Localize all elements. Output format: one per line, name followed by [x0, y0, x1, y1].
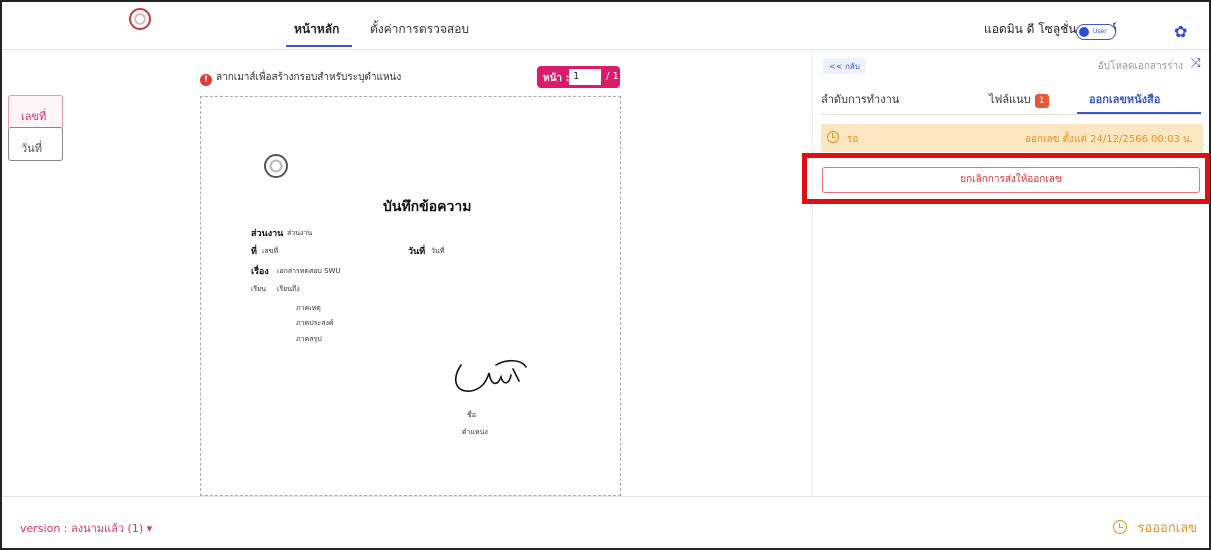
- status-detail: ออกเลข ตั้งแต่ 24/12/2566 00:03 น.: [1025, 134, 1193, 145]
- tab-attachments-label: ไฟล์แนบ: [989, 93, 1031, 106]
- signature-image: [455, 359, 527, 392]
- footer-status-text: รอออกเลข: [1137, 521, 1197, 536]
- clock-icon: [1113, 520, 1128, 534]
- toggle-knob: [1079, 27, 1089, 37]
- pager-label: หน้า :: [543, 73, 570, 84]
- paragraph-purpose: ภาคประสงค์: [296, 319, 334, 327]
- memo-title: บันทึกข้อความ: [383, 199, 472, 215]
- date-label: วันที่: [408, 247, 426, 257]
- no-value: เลขที่: [262, 247, 279, 255]
- page-input[interactable]: 1: [569, 69, 601, 85]
- date-value: วันที่: [431, 247, 445, 255]
- page-total: / 1: [606, 71, 619, 82]
- document-preview[interactable]: บันทึกข้อความ ส่วนงาน ส่วนงาน ที่ เลขที่…: [200, 96, 621, 496]
- tab-workflow[interactable]: ลำดับการทำงาน: [821, 90, 899, 108]
- signer-name: ชื่อ: [467, 411, 476, 419]
- to-value: เรียนถึง: [277, 285, 300, 293]
- page-selector: หน้า : 1 / 1: [537, 66, 620, 88]
- subject-label: เรื่อง: [251, 267, 269, 277]
- nav-home[interactable]: หน้าหลัก: [294, 20, 339, 39]
- drag-hint-text: ลากเมาส์เพื่อสร้างกรอบสำหรับระบุตำแหน่ง: [216, 72, 402, 83]
- nav-settings[interactable]: ตั้งค่าการตรวจสอบ: [370, 20, 469, 39]
- drag-hint: ! ลากเมาส์เพื่อสร้างกรอบสำหรับระบุตำแหน่ง: [200, 70, 401, 86]
- side-tab-date[interactable]: วันที่: [8, 127, 63, 161]
- footer: version : ลงนามแล้ว (1) ▾ รอออกเลข: [2, 496, 1209, 548]
- shuffle-icon[interactable]: ⤨: [1191, 56, 1201, 71]
- back-link[interactable]: << กลับ: [823, 58, 866, 74]
- paragraph-summary: ภาคสรุป: [296, 335, 322, 343]
- nav-active-indicator: [286, 45, 352, 47]
- seal-icon: [264, 154, 288, 178]
- alert-icon: !: [200, 74, 212, 86]
- tab-attachments[interactable]: ไฟล์แนบ 1: [989, 90, 1049, 108]
- upload-draft-link[interactable]: อัปโหลดเอกสารร่าง: [1098, 59, 1183, 74]
- top-bar: หน้าหลัก ตั้งค่าการตรวจสอบ แอดมิน ดี โซล…: [2, 2, 1209, 50]
- cancel-issue-button[interactable]: ยกเลิกการส่งให้ออกเลข: [822, 167, 1200, 193]
- status-wait: รอ: [847, 134, 859, 145]
- clock-icon: [827, 131, 839, 143]
- side-tab-number[interactable]: เลขที่: [8, 95, 63, 129]
- footer-status: รอออกเลข: [1113, 517, 1197, 538]
- status-banner: รอ ออกเลข ตั้งแต่ 24/12/2566 00:03 น.: [821, 124, 1203, 152]
- user-mode-toggle[interactable]: User: [1076, 24, 1116, 40]
- to-label: เรียน: [251, 285, 267, 293]
- subject-value: เอกสารทดสอบ SWU: [277, 267, 341, 275]
- dept-label: ส่วนงาน: [251, 229, 284, 239]
- tabs-divider: [821, 114, 1201, 115]
- logo-icon: [129, 8, 151, 30]
- tab-issue-number[interactable]: ออกเลขหนังสือ: [1089, 90, 1160, 108]
- right-panel: << กลับ อัปโหลดเอกสารร่าง ⤨ ลำดับการทำงา…: [812, 50, 1209, 496]
- tab-active-indicator: [1077, 112, 1201, 114]
- signer-position: ตำแหน่ง: [462, 428, 488, 436]
- dept-value: ส่วนงาน: [287, 229, 313, 237]
- toggle-label: User: [1093, 28, 1107, 35]
- gear-icon[interactable]: ✿: [1174, 22, 1187, 41]
- paragraph-cause: ภาคเหตุ: [296, 304, 321, 312]
- version-dropdown[interactable]: version : ลงนามแล้ว (1) ▾: [20, 519, 152, 537]
- no-label: ที่: [251, 247, 257, 257]
- attachment-count-badge: 1: [1034, 94, 1049, 108]
